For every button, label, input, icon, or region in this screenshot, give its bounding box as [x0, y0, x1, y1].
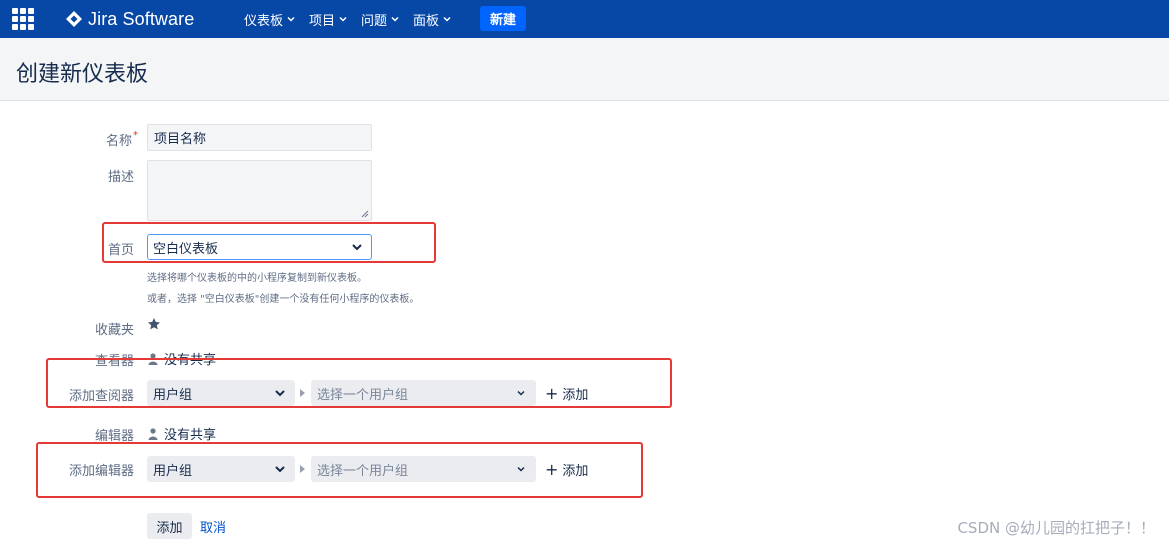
nav-item-issues[interactable]: 问题	[361, 0, 399, 38]
chevron-down-icon	[275, 390, 285, 397]
nav-item-label: 仪表板	[244, 13, 284, 29]
chevron-down-icon	[517, 466, 525, 472]
start-from-help-1: 选择将哪个仪表板的中的小程序复制到新仪表板。	[147, 273, 367, 284]
add-editor-button[interactable]: + 添加	[545, 460, 588, 479]
jira-logo-icon	[66, 11, 82, 27]
app-name: Jira Software	[88, 8, 195, 29]
start-from-value: 空白仪表板	[153, 241, 219, 257]
resize-handle-icon[interactable]	[361, 210, 369, 218]
add-viewer-button[interactable]: + 添加	[545, 384, 588, 403]
chevron-down-icon	[287, 16, 295, 22]
create-button[interactable]: 新建	[480, 6, 526, 31]
add-editor-label: 添加	[562, 464, 589, 479]
star-icon[interactable]	[147, 317, 161, 331]
nav-item-label: 项目	[309, 13, 336, 29]
nav-item-label: 问题	[361, 13, 388, 29]
description-label: 描述	[107, 170, 134, 185]
nav-menu: 仪表板 项目 问题 面板	[244, 0, 465, 38]
plus-icon: +	[545, 459, 559, 479]
editor-group-select[interactable]: 选择一个用户组	[311, 456, 536, 482]
nav-item-label: 面板	[413, 13, 440, 29]
editor-type-select[interactable]: 用户组	[147, 456, 295, 482]
chevron-down-icon	[517, 390, 525, 396]
editor-type-value: 用户组	[153, 463, 193, 479]
start-from-select[interactable]: 空白仪表板	[147, 234, 372, 260]
plus-icon: +	[545, 383, 559, 403]
page-title: 创建新仪表板	[16, 62, 149, 87]
editors-value: 没有共享	[164, 428, 217, 443]
caret-right-icon	[300, 465, 305, 473]
add-viewer-label: 添加	[562, 388, 589, 403]
chevron-down-icon	[443, 16, 451, 22]
name-label-text: 名称	[105, 134, 132, 149]
required-marker: *	[133, 130, 138, 141]
name-input[interactable]: 项目名称	[147, 124, 372, 151]
cancel-link[interactable]: 取消	[200, 517, 226, 536]
watermark: CSDN @幼儿园的扛把子！！	[957, 519, 1155, 537]
nav-item-dashboards[interactable]: 仪表板	[244, 0, 295, 38]
start-from-help-2: 或者，选择 "空白仪表板"创建一个没有任何小程序的仪表板。	[147, 294, 420, 305]
caret-right-icon	[300, 389, 305, 397]
nav-item-projects[interactable]: 项目	[309, 0, 347, 38]
chevron-down-icon	[352, 244, 362, 251]
top-navigation: Jira Software 仪表板 项目 问题 面板 新建	[0, 0, 1169, 38]
chevron-down-icon	[391, 16, 399, 22]
viewer-group-placeholder: 选择一个用户组	[317, 387, 409, 403]
submit-add-button[interactable]: 添加	[147, 513, 192, 539]
chevron-down-icon	[339, 16, 347, 22]
person-icon	[148, 427, 158, 440]
viewer-type-select[interactable]: 用户组	[147, 380, 295, 406]
add-editors-label: 添加编辑器	[68, 464, 134, 479]
viewer-group-select[interactable]: 选择一个用户组	[311, 380, 536, 406]
viewer-type-value: 用户组	[153, 387, 193, 403]
add-viewers-label: 添加查阅器	[68, 389, 134, 404]
name-label: 名称*	[18, 130, 138, 149]
favourite-label: 收藏夹	[94, 323, 134, 338]
chevron-down-icon	[275, 466, 285, 473]
nav-item-boards[interactable]: 面板	[413, 0, 451, 38]
start-from-label: 首页	[107, 243, 134, 258]
name-input-value: 项目名称	[154, 132, 207, 147]
description-textarea[interactable]	[147, 160, 372, 221]
editors-share-status: 没有共享	[148, 424, 216, 443]
editor-group-placeholder: 选择一个用户组	[317, 463, 409, 479]
jira-logo[interactable]: Jira Software	[66, 8, 194, 30]
page-header: 创建新仪表板	[0, 38, 1169, 101]
app-switcher-icon[interactable]	[12, 8, 34, 30]
